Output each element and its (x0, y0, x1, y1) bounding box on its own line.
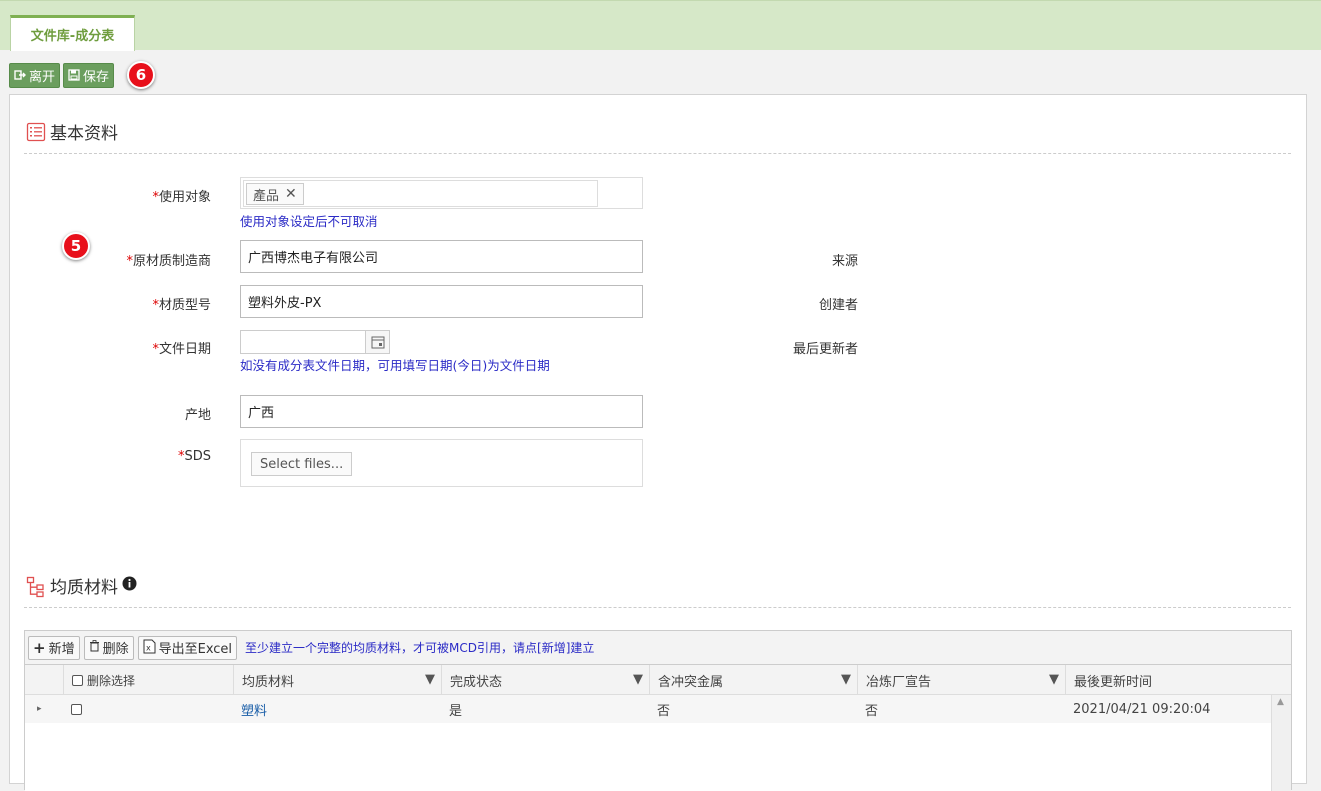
plus-icon: + (33, 638, 46, 657)
header-material[interactable]: 均质材料 ▼ (233, 665, 441, 695)
excel-file-icon: x (143, 639, 156, 657)
select-files-button[interactable]: Select files... (251, 452, 353, 476)
leave-button[interactable]: 离开 (9, 62, 61, 88)
material-model-label: *材质型号 (152, 298, 211, 313)
filter-icon[interactable]: ▼ (1049, 672, 1059, 687)
origin-label: 产地 (184, 408, 211, 423)
conflict-metal-cell: 否 (657, 703, 671, 719)
usage-target-label: *使用对象 (152, 190, 211, 205)
save-button[interactable]: 保存 (63, 62, 115, 88)
material-link[interactable]: 塑料 (233, 695, 267, 723)
section-title-homogeneous: 均质材料 (50, 578, 118, 598)
table-row[interactable]: ▸ 塑料 是 否 否 2021/04/21 09:20:04 (25, 695, 1271, 723)
step-badge-6: 6 (127, 61, 155, 89)
section-title-basic: 基本资料 (50, 124, 118, 144)
floppy-disk-icon (68, 69, 80, 81)
section-header-basic: 基本资料 (26, 119, 118, 144)
header-updated[interactable]: 最後更新时间 (1065, 665, 1271, 695)
remove-tag-icon[interactable]: ✕ (285, 186, 297, 202)
list-icon (26, 122, 46, 142)
svg-text:x: x (146, 643, 151, 652)
header-status[interactable]: 完成状态 ▼ (441, 665, 649, 695)
info-icon[interactable] (122, 576, 137, 596)
usage-target-multiselect[interactable]: 產品 ✕ (240, 177, 643, 209)
filter-icon[interactable]: ▼ (425, 672, 435, 687)
form-panel: 基本资料 *使用对象 產品 ✕ 使用对象设定后不可取消 5 *原材质制造商 广西… (9, 94, 1307, 791)
material-model-input[interactable]: 塑料外皮-PX (240, 285, 643, 318)
doc-date-hint: 如没有成分表文件日期，可用填写日期(今日)为文件日期 (240, 358, 550, 373)
select-all-checkbox[interactable] (72, 674, 83, 686)
section-header-homogeneous: 均质材料 (26, 573, 137, 598)
calendar-icon[interactable] (365, 331, 389, 353)
usage-target-tag-area[interactable]: 產品 ✕ (243, 180, 598, 207)
usage-target-tag: 產品 ✕ (246, 183, 304, 205)
exit-icon (14, 69, 26, 81)
row-select[interactable] (63, 695, 82, 723)
export-excel-button[interactable]: x 导出至Excel (137, 635, 238, 660)
last-updater-label: 最后更新者 (792, 342, 858, 357)
delete-button[interactable]: 删除 (83, 635, 134, 660)
source-label: 来源 (831, 254, 858, 269)
expand-row-icon[interactable]: ▸ (29, 695, 42, 723)
doc-date-label: *文件日期 (152, 342, 211, 357)
usage-target-hint: 使用对象设定后不可取消 (240, 214, 378, 229)
doc-date-picker[interactable] (240, 330, 390, 354)
tab-document-library-composition[interactable]: 文件库-成分表 (10, 15, 135, 51)
header-conflict-metal[interactable]: 含冲突金属 ▼ (649, 665, 857, 695)
trash-icon (89, 640, 100, 655)
origin-input[interactable]: 广西 (240, 395, 643, 428)
tab-bar: 文件库-成分表 (0, 0, 1321, 51)
updated-cell: 2021/04/21 09:20:04 (1073, 701, 1211, 717)
section-divider (24, 153, 1291, 154)
manufacturer-input[interactable]: 广西博杰电子有限公司 (240, 240, 643, 273)
header-smelter[interactable]: 冶炼厂宣告 ▼ (857, 665, 1065, 695)
main-toolbar: 离开 保存 (9, 62, 117, 88)
grid-header: 删除选择 均质材料 ▼ 完成状态 ▼ 含冲突金属 ▼ 冶炼厂宣告 ▼ 最後更新时… (25, 665, 1291, 695)
scroll-up-icon[interactable]: ▲ (1277, 697, 1284, 707)
header-select[interactable]: 删除选择 (63, 665, 233, 695)
section-divider (24, 607, 1291, 608)
add-button[interactable]: + 新增 (28, 635, 80, 660)
manufacturer-label: *原材质制造商 (126, 254, 211, 269)
filter-icon[interactable]: ▼ (633, 672, 643, 687)
tab-label: 文件库-成分表 (30, 29, 115, 44)
grid-note: 至少建立一个完整的均质材料，才可被MCD引用，请点[新增]建立 (245, 641, 595, 655)
filter-icon[interactable]: ▼ (841, 672, 851, 687)
grid-toolbar: + 新增 删除 x 导出至Excel 至少建立一个完整的均质材料，才可被MCD引… (25, 631, 1291, 665)
smelter-cell: 否 (865, 703, 879, 719)
grid-body: ▸ 塑料 是 否 否 2021/04/21 09:20:04 (25, 695, 1271, 791)
homogeneous-material-grid: + 新增 删除 x 导出至Excel 至少建立一个完整的均质材料，才可被MCD引… (24, 630, 1292, 791)
sds-upload: Select files... (240, 439, 643, 487)
status-cell: 是 (449, 703, 463, 719)
sds-label: *SDS (177, 449, 211, 464)
vertical-scrollbar[interactable]: ▲ (1271, 695, 1291, 791)
creator-label: 创建者 (818, 298, 858, 313)
row-checkbox[interactable] (71, 703, 82, 715)
hierarchy-icon (26, 576, 46, 597)
